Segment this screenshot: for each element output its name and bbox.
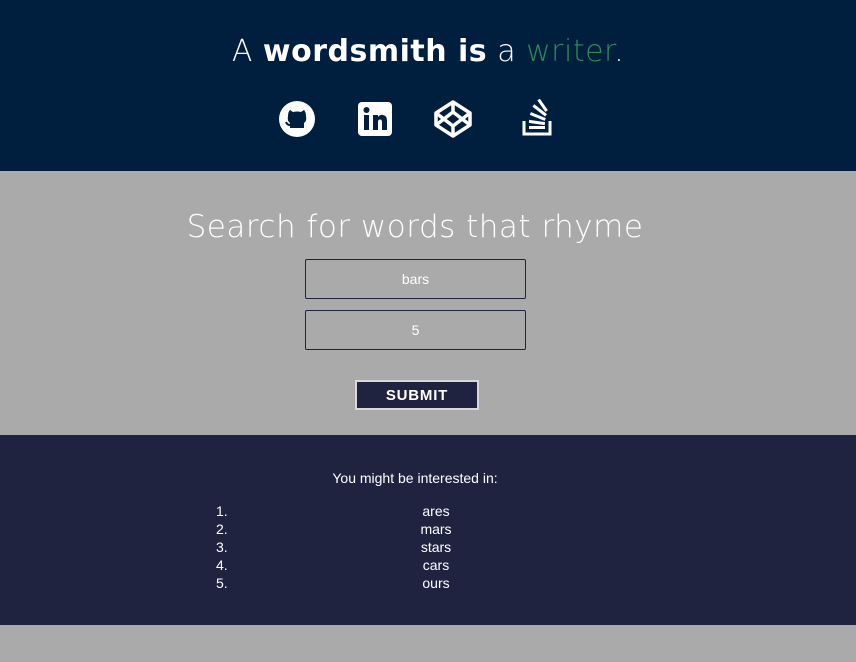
list-item: 2. mars bbox=[0, 520, 856, 538]
list-item-number: 2. bbox=[216, 521, 228, 537]
results-section: You might be interested in: 1. ares 2. mar… bbox=[0, 435, 856, 625]
tagline: A wordsmith is a writer. bbox=[0, 34, 856, 69]
site-header: A wordsmith is a writer. bbox=[0, 0, 856, 171]
list-item-word: mars bbox=[420, 521, 452, 537]
social-links bbox=[0, 99, 856, 139]
list-item-word: ours bbox=[422, 575, 450, 591]
list-item: 4. cars bbox=[0, 556, 856, 574]
tagline-end: . bbox=[614, 34, 625, 69]
linkedin-link[interactable] bbox=[355, 99, 395, 139]
results-heading: You might be interested in: bbox=[332, 470, 498, 486]
list-item: 1. ares bbox=[0, 502, 856, 520]
linkedin-icon bbox=[358, 102, 392, 136]
list-item-word: ares bbox=[422, 503, 450, 519]
count-input[interactable] bbox=[305, 310, 526, 350]
codepen-icon bbox=[434, 100, 472, 138]
list-item-number: 1. bbox=[216, 503, 228, 519]
rhyme-list: 1. ares 2. mars 3. stars 4. cars 5. ours bbox=[0, 502, 856, 592]
submit-button[interactable]: SUBMIT bbox=[355, 380, 479, 410]
tagline-bold: wordsmith is bbox=[262, 34, 488, 69]
search-title: Search for words that rhyme bbox=[186, 209, 644, 245]
tagline-part1: A bbox=[231, 34, 263, 69]
list-item-number: 4. bbox=[216, 557, 228, 573]
list-item-word: cars bbox=[422, 557, 450, 573]
stackoverflow-link[interactable] bbox=[517, 99, 557, 139]
tagline-accent: writer bbox=[526, 34, 615, 69]
list-item: 5. ours bbox=[0, 574, 856, 592]
word-input[interactable] bbox=[305, 259, 526, 299]
codepen-link[interactable] bbox=[433, 99, 473, 139]
list-item-number: 5. bbox=[216, 575, 228, 591]
stackoverflow-icon bbox=[522, 99, 552, 136]
list-item: 3. stars bbox=[0, 538, 856, 556]
list-item-number: 3. bbox=[216, 539, 228, 555]
list-item-word: stars bbox=[420, 539, 452, 555]
search-section: Search for words that rhyme SUBMIT bbox=[0, 171, 856, 435]
github-link[interactable] bbox=[277, 99, 317, 139]
tagline-part2: a bbox=[487, 34, 527, 69]
github-icon bbox=[279, 101, 315, 137]
